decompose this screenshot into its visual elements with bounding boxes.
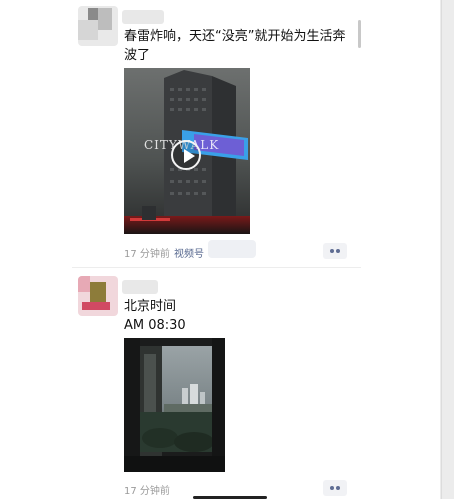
avatar[interactable] — [78, 6, 118, 46]
post-time: 17 分钟前 — [124, 249, 170, 260]
post-time: 17 分钟前 — [124, 486, 170, 497]
user-name-blurred[interactable] — [122, 10, 164, 24]
right-panel-edge — [440, 0, 454, 499]
post-text-line-1: 北京时间 — [124, 299, 177, 314]
moments-feed: 春雷炸响，天还“没亮”就开始为生活奔波了 CITYWALK 17 分钟前 视频号… — [0, 0, 440, 499]
video-thumbnail[interactable]: CITYWALK — [124, 68, 250, 234]
scroll-indicator[interactable] — [358, 20, 361, 48]
photo-thumbnail[interactable] — [124, 338, 225, 472]
photo-scene — [124, 338, 225, 472]
post-text: 北京时间 AM 08:30 — [124, 297, 356, 335]
avatar[interactable] — [78, 276, 118, 316]
post-text: 春雷炸响，天还“没亮”就开始为生活奔波了 — [124, 29, 346, 63]
source-name-blurred[interactable] — [208, 240, 256, 258]
source-link[interactable]: 视频号 — [174, 245, 204, 260]
more-dots-icon[interactable] — [323, 480, 347, 496]
play-icon[interactable] — [171, 140, 201, 170]
more-dots-icon[interactable] — [323, 243, 347, 259]
user-name-blurred[interactable] — [122, 280, 158, 294]
post-text-line-2: AM 08:30 — [124, 318, 186, 333]
post-divider — [72, 267, 361, 268]
